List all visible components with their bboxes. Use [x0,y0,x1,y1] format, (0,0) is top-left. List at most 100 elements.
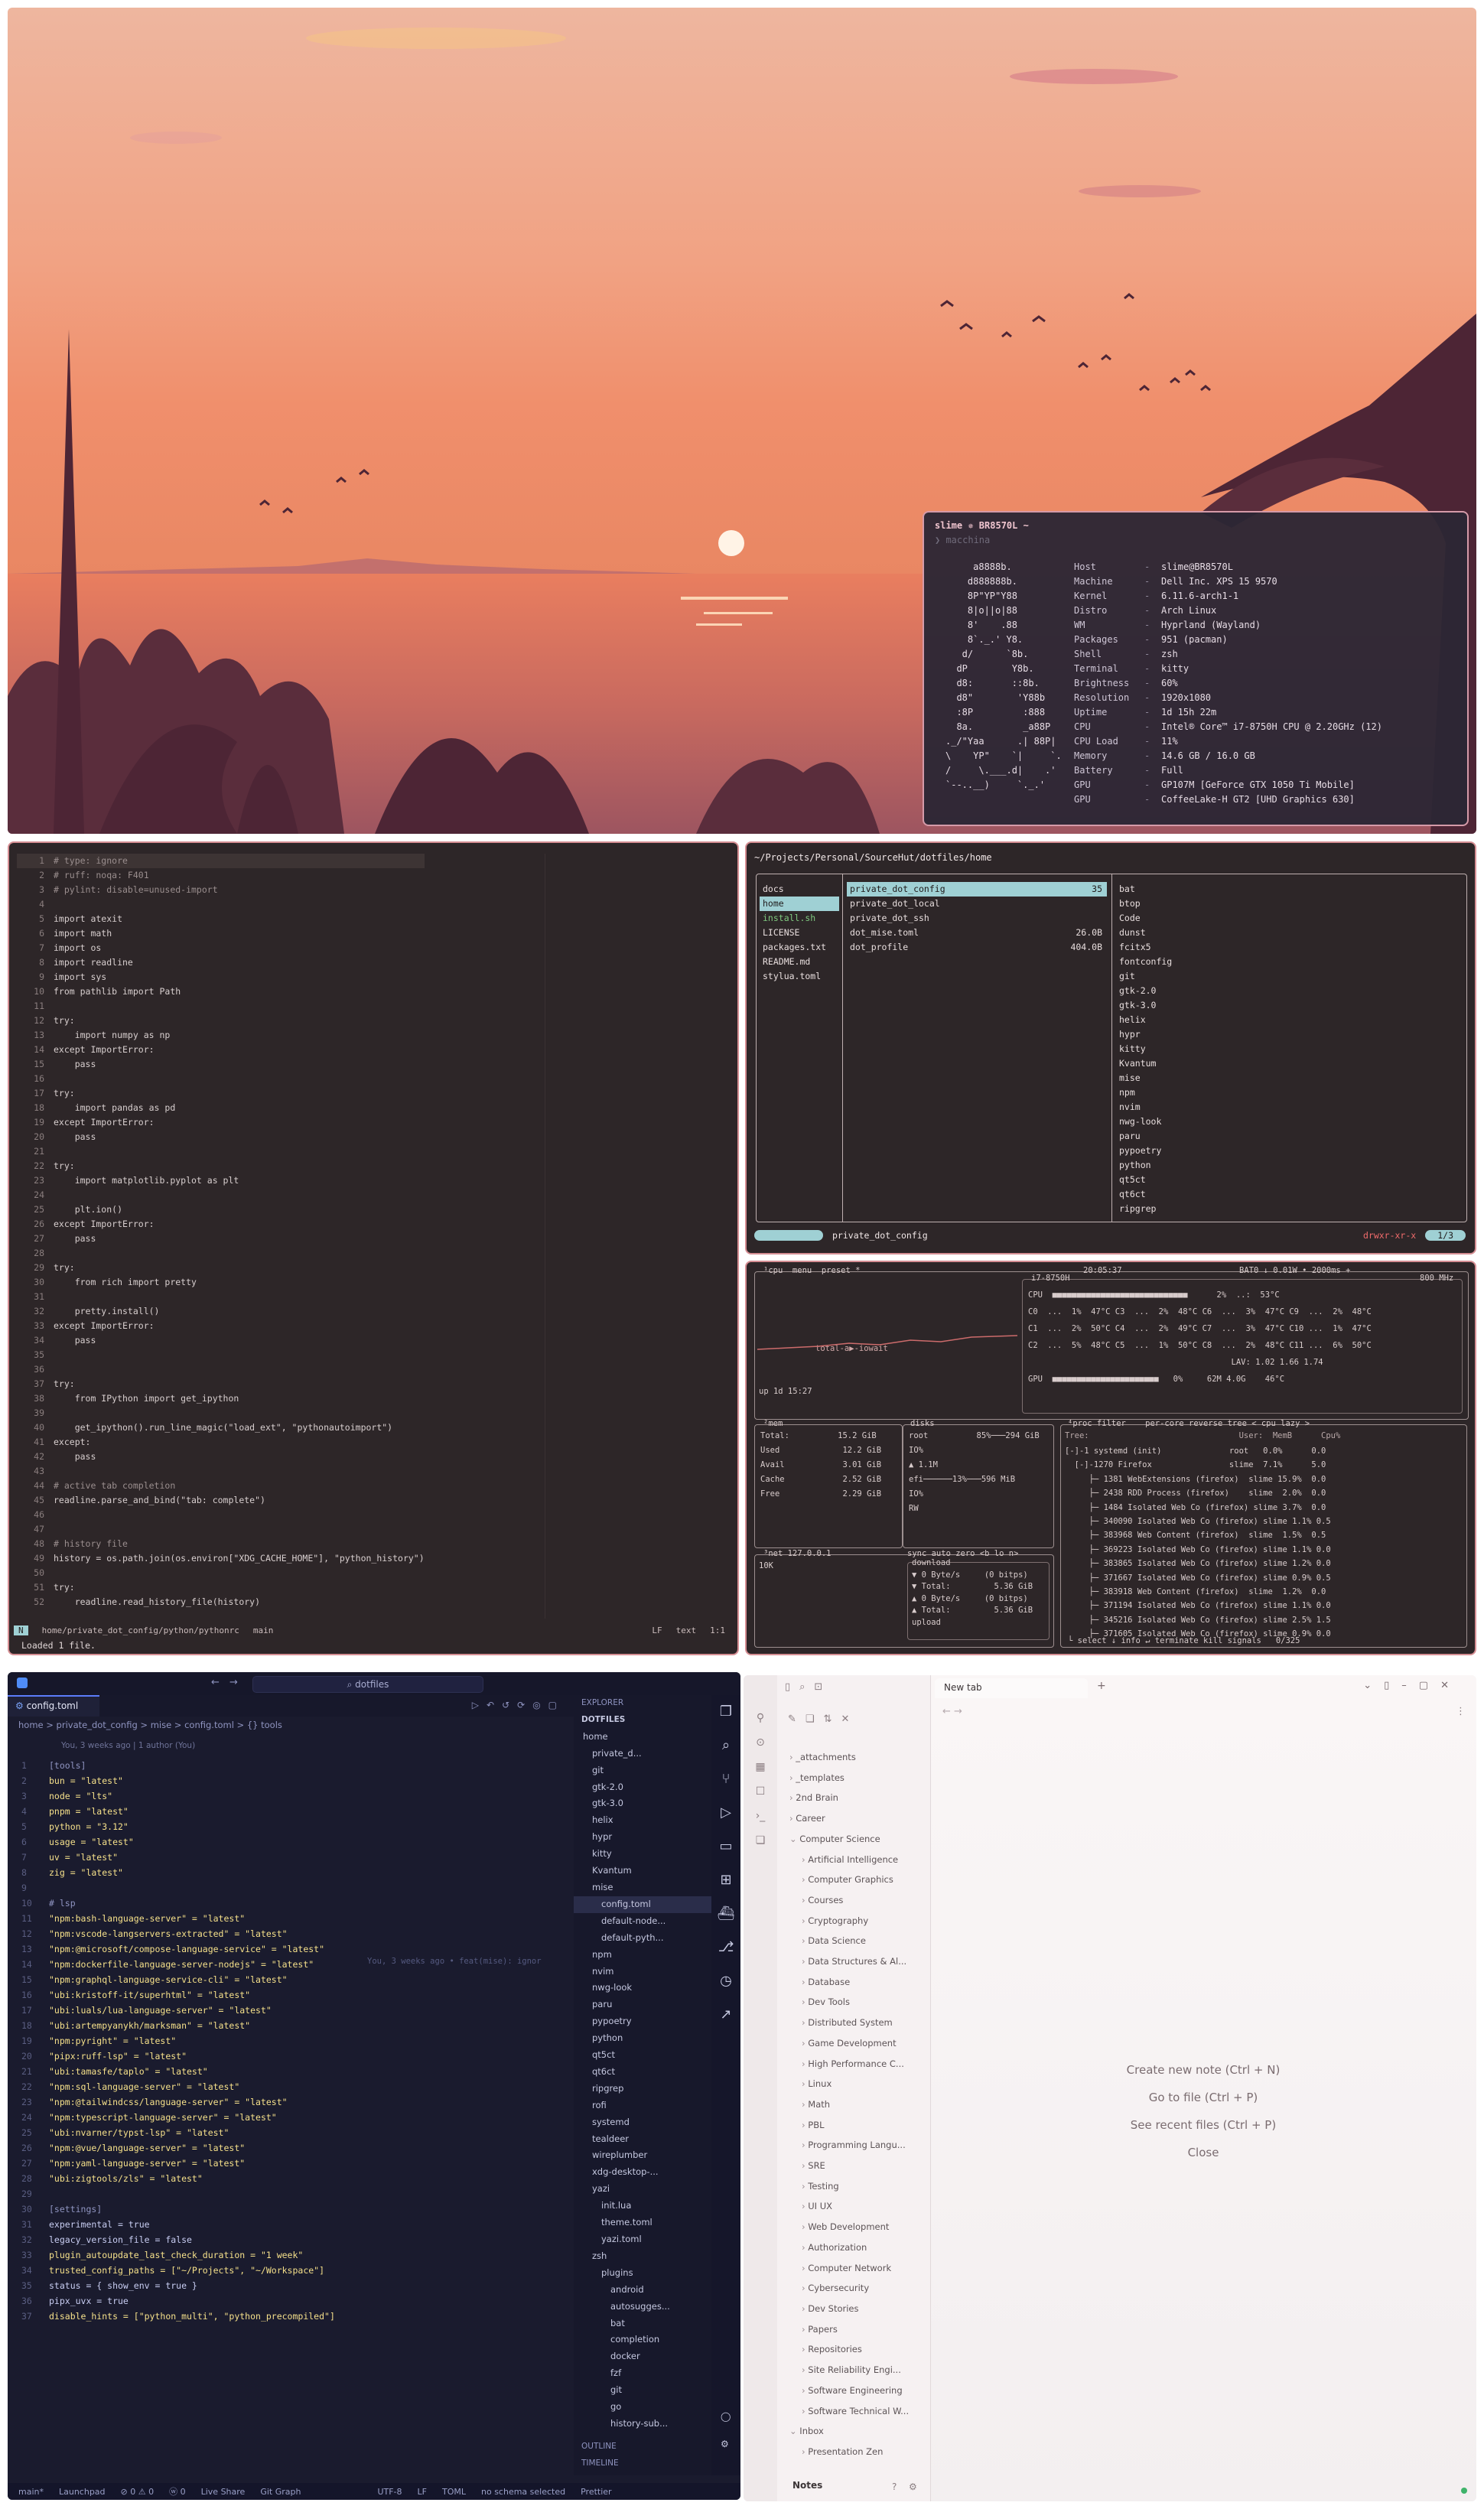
preview-item[interactable]: hypr [1116,1027,1269,1042]
preview-item[interactable]: nvim [1116,1100,1269,1115]
tree-item[interactable]: systemd [574,2114,711,2131]
account-icon[interactable]: ◯ [721,2411,731,2422]
tree-item[interactable]: wireplumber [574,2147,711,2164]
tree-folder[interactable]: › Software Engineering [789,2380,909,2401]
git-graph-icon[interactable]: ⎇ [711,1931,740,1964]
fastfetch-terminal[interactable]: slime ✵ BR8570L ~ ❯ macchina a8888b. d88… [923,511,1469,826]
tree-item[interactable]: gtk-2.0 [574,1779,711,1796]
status-item[interactable]: Launchpad [59,2487,106,2497]
tree-item[interactable]: fzf [574,2365,711,2382]
current-item[interactable]: dot_mise.toml 26.0B [847,926,1107,940]
tree-item[interactable]: go [574,2399,711,2416]
parent-item[interactable]: LICENSE [760,926,839,940]
status-item[interactable]: UTF-8 [377,2487,402,2497]
tree-item[interactable]: paru [574,1996,711,2013]
tree-folder[interactable]: › Distributed System [789,2013,909,2033]
tree-item[interactable]: history-sub... [574,2416,711,2433]
templates-icon[interactable]: ❏ [744,1828,777,1853]
preview-item[interactable]: python [1116,1158,1269,1173]
preview-item[interactable]: gtk-2.0 [1116,984,1269,998]
code-lines[interactable]: 1 # type: ignore 2 # ruff: noqa: F401 3 # pyl… [17,854,425,1609]
tree-item[interactable]: android [574,2282,711,2299]
tree-folder[interactable]: › Programming Langu... [789,2135,909,2156]
tab-new-tab[interactable]: New tab [935,1678,1088,1698]
preview-item[interactable]: paru [1116,1129,1269,1144]
source-control-icon[interactable]: ⑂ [711,1762,740,1796]
net-header[interactable]: ³net 127.0.0.1 [763,1547,831,1561]
tree-folder[interactable]: › Software Technical W... [789,2401,909,2422]
tree-item[interactable]: init.lua [574,2198,711,2214]
tree-item[interactable]: yazi [574,2181,711,2198]
vscode-window[interactable]: ← → ⌕ dotfiles ⚙ config.toml ▷↶↺⟳◎▢ home… [8,1672,740,2500]
preview-item[interactable]: btop [1116,897,1269,911]
tree-item[interactable]: completion [574,2332,711,2348]
tree-folder[interactable]: › _templates [789,1768,909,1788]
outline-section[interactable]: OUTLINE [581,2442,617,2451]
tree-item[interactable]: theme.toml [574,2214,711,2231]
tree-folder[interactable]: › Database [789,1972,909,1993]
search-icon[interactable]: ⌕ [711,1729,740,1762]
tree-item[interactable]: git [574,1762,711,1779]
gear-icon[interactable]: ⚙ [721,2439,729,2449]
tree-item[interactable]: tealdeer [574,2131,711,2148]
remote-explorer-icon[interactable]: ▭ [711,1830,740,1863]
current-item[interactable]: private_dot_config 35 [847,882,1107,897]
help-icon[interactable]: ? [892,2481,897,2492]
timer-icon[interactable]: ◷ [711,1964,740,1998]
status-item[interactable]: no schema selected [481,2487,565,2497]
tree-item[interactable]: private_d... [574,1746,711,1762]
preview-item[interactable]: helix [1116,1013,1269,1027]
tree-folder[interactable]: › SRE [789,2156,909,2176]
tree-folder[interactable]: ⌄ Inbox [789,2421,909,2442]
tree-item[interactable]: zsh [574,2248,711,2265]
tree-item[interactable]: pypoetry [574,2013,711,2030]
share-icon[interactable]: ↗ [711,1998,740,2032]
more-options-icon[interactable]: ⋮ [1456,1706,1466,1717]
preview-item[interactable]: gtk-3.0 [1116,998,1269,1013]
btop-monitor[interactable]: ¹cpu menu preset * 20:05:37 BAT0 ↓ 0.01W… [745,1261,1476,1655]
status-item[interactable]: TOML [442,2487,466,2497]
parent-item[interactable]: docs [760,882,839,897]
editor-actions[interactable]: ▷↶↺⟳◎▢ [472,1700,565,1710]
proc-footer[interactable]: └ select ↓ info ↵ terminate kill signals… [1068,1634,1300,1648]
canvas-icon[interactable]: ▦ [744,1755,777,1779]
tree-item[interactable]: nvim [574,1964,711,1980]
window-controls[interactable]: ⌄▯–▢✕ [1363,1680,1461,1691]
explorer-sidebar[interactable]: EXPLORER DOTFILES home private_d... git gtk… [574,1695,711,2475]
tree-item[interactable]: home [574,1729,711,1746]
tree-item[interactable]: default-node... [574,1913,711,1930]
current-item[interactable]: private_dot_local [847,897,1107,911]
tree-folder[interactable]: › Career [789,1808,909,1829]
parent-item[interactable]: install.sh [760,911,839,926]
graph-view-icon[interactable]: ⊙ [744,1730,777,1755]
tree-folder[interactable]: › Dev Tools [789,1992,909,2013]
tree-item[interactable]: gtk-3.0 [574,1795,711,1812]
tree-item[interactable]: xdg-desktop-... [574,2164,711,2181]
preview-pane[interactable]: bat btop Code dunst fcitx5 fontconfig git gtk-2… [1116,882,1269,1216]
tree-item[interactable]: default-pyth... [574,1930,711,1947]
preview-item[interactable]: Code [1116,911,1269,926]
tree-folder[interactable]: › Testing [789,2176,909,2197]
cpu-box-header[interactable]: ¹cpu menu preset * [763,1264,860,1278]
tree-folder[interactable]: › Site Reliability Engi... [789,2360,909,2380]
explorer-icon[interactable]: ❐ [711,1695,740,1729]
tab-config-toml[interactable]: ⚙ config.toml [8,1695,99,1717]
tree-item[interactable]: bat [574,2315,711,2332]
status-item[interactable]: Prettier [581,2487,611,2497]
tree-folder[interactable]: › Computer Graphics [789,1870,909,1890]
process-list[interactable]: [-]-1 systemd (init) root 0.0% 0.0 [-]-1… [1065,1444,1331,1642]
tree-folder[interactable]: › Authorization [789,2237,909,2258]
codelens-blame[interactable]: You, 3 weeks ago | 1 author (You) [61,1741,195,1750]
tree-folder[interactable]: › _attachments [789,1747,909,1768]
tree-folder[interactable]: › Data Structures & Al... [789,1951,909,1972]
tree-folder[interactable]: › 2nd Brain [789,1788,909,1808]
current-item[interactable]: dot_profile 404.0B [847,940,1107,955]
tree-item[interactable]: rofi [574,2097,711,2114]
preview-item[interactable]: nwg-look [1116,1115,1269,1129]
tree-folder[interactable]: › High Performance C... [789,2054,909,2075]
preview-item[interactable]: fcitx5 [1116,940,1269,955]
parent-item[interactable]: README.md [760,955,839,969]
tree-item[interactable]: docker [574,2348,711,2365]
tree-item[interactable]: config.toml [574,1896,711,1913]
tree-folder[interactable]: › Web Development [789,2217,909,2237]
